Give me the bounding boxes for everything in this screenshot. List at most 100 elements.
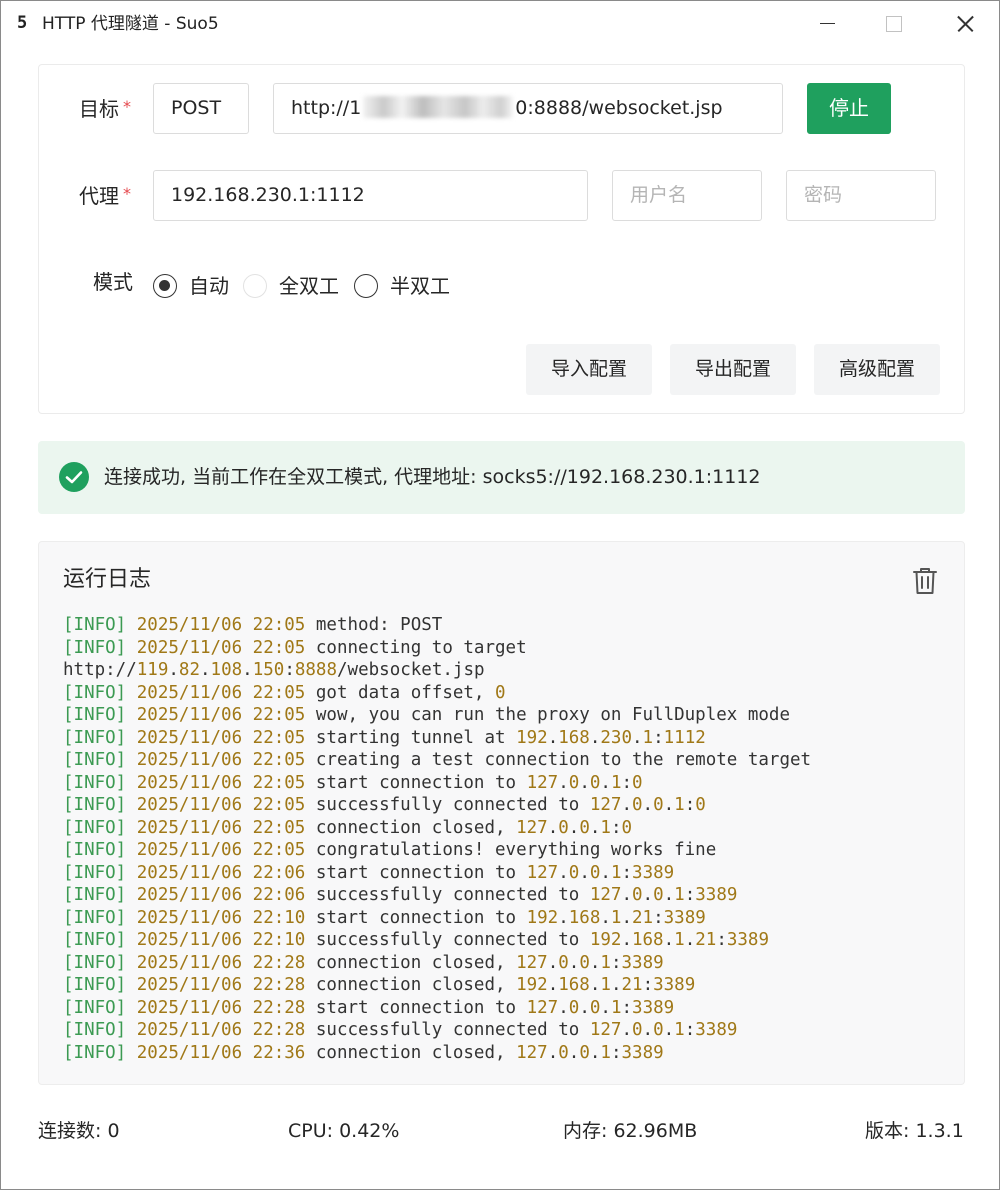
log-message: start connection to 127.0.0.1:3389 (315, 997, 675, 1018)
import-config-button[interactable]: 导入配置 (526, 344, 652, 395)
log-level: [INFO] (63, 727, 127, 748)
log-message: start connection to 192.168.1.21:3389 (315, 907, 706, 928)
log-line: [INFO] 2025/11/06 22:36 connection close… (63, 1042, 943, 1065)
minimize-button[interactable] (805, 1, 851, 47)
log-message: connection closed, 127.0.0.1:0 (315, 817, 633, 838)
log-level: [INFO] (63, 862, 127, 883)
log-timestamp: 2025/11/06 22:10 (136, 907, 306, 928)
target-label: 目标 * (79, 97, 131, 121)
log-timestamp: 2025/11/06 22:28 (136, 975, 306, 995)
log-message: congratulations! everything works fine (315, 840, 717, 860)
status-bar: 连接数: 0 CPU: 0.42% 内存: 62.96MB 版本: 1.3.1 (1, 1117, 999, 1147)
method-select[interactable]: POST (153, 83, 249, 134)
log-message: starting tunnel at 192.168.230.1:1112 (315, 727, 706, 748)
log-timestamp: 2025/11/06 22:28 (136, 1020, 306, 1040)
app-version: 版本: 1.3.1 (865, 1120, 964, 1142)
log-level: [INFO] (63, 705, 127, 725)
log-message: start connection to 127.0.0.1:3389 (315, 862, 675, 883)
log-timestamp: 2025/11/06 22:05 (136, 817, 306, 838)
log-message: wow, you can run the proxy on FullDuplex… (315, 705, 791, 725)
log-message: connecting to target (315, 637, 527, 658)
log-level: [INFO] (63, 795, 127, 815)
log-line: [INFO] 2025/11/06 22:05 start connection… (63, 772, 943, 795)
log-line: [INFO] 2025/11/06 22:10 start connection… (63, 907, 943, 930)
export-config-button[interactable]: 导出配置 (670, 344, 796, 395)
log-title: 运行日志 (63, 567, 152, 592)
redacted-host (363, 96, 514, 118)
log-timestamp: 2025/11/06 22:05 (136, 795, 306, 815)
proxy-label: 代理 * (79, 184, 131, 208)
check-circle-icon (59, 462, 89, 492)
log-level: [INFO] (63, 615, 127, 635)
radio-checked-icon (153, 274, 177, 298)
suo5-logo-icon: 5 (17, 13, 28, 33)
log-line: [INFO] 2025/11/06 22:05 starting tunnel … (63, 727, 943, 750)
log-line: [INFO] 2025/11/06 22:05 congratulations!… (63, 839, 943, 862)
log-level: [INFO] (63, 682, 127, 703)
log-timestamp: 2025/11/06 22:05 (136, 637, 306, 658)
log-line: [INFO] 2025/11/06 22:05 method: POST (63, 614, 943, 637)
memory-usage: 内存: 62.96MB (563, 1120, 698, 1142)
log-level: [INFO] (63, 885, 127, 905)
maximize-button[interactable] (871, 1, 917, 47)
advanced-config-button[interactable]: 高级配置 (814, 344, 940, 395)
log-message: method: POST (315, 615, 443, 635)
log-level: [INFO] (63, 975, 127, 995)
log-timestamp: 2025/11/06 22:28 (136, 997, 306, 1018)
log-message: successfully connected to 127.0.0.1:3389 (315, 1020, 738, 1040)
connection-status-alert: 连接成功, 当前工作在全双工模式, 代理地址: socks5://192.168… (38, 441, 965, 514)
cpu-usage: CPU: 0.42% (288, 1120, 400, 1142)
log-timestamp: 2025/11/06 22:05 (136, 772, 306, 793)
log-level: [INFO] (63, 997, 127, 1018)
password-input[interactable]: 密码 (786, 170, 936, 221)
log-message: creating a test connection to the remote… (315, 750, 812, 770)
log-line: [INFO] 2025/11/06 22:05 got data offset,… (63, 682, 943, 705)
log-message: successfully connected to 127.0.0.1:3389 (315, 885, 738, 905)
log-line: [INFO] 2025/11/06 22:28 successfully con… (63, 1019, 943, 1042)
log-level: [INFO] (63, 817, 127, 838)
log-line: [INFO] 2025/11/06 22:05 creating a test … (63, 749, 943, 772)
log-line: [INFO] 2025/11/06 22:10 successfully con… (63, 929, 943, 952)
log-timestamp: 2025/11/06 22:05 (136, 682, 306, 703)
log-line: [INFO] 2025/11/06 22:05 successfully con… (63, 794, 943, 817)
title-bar[interactable]: 5 HTTP 代理隧道 - Suo5 (1, 1, 999, 47)
log-message: got data offset, 0 (315, 682, 506, 703)
log-timestamp: 2025/11/06 22:28 (136, 952, 306, 973)
log-timestamp: 2025/11/06 22:06 (136, 862, 306, 883)
log-timestamp: 2025/11/06 22:05 (136, 705, 306, 725)
log-timestamp: 2025/11/06 22:05 (136, 727, 306, 748)
log-level: [INFO] (63, 930, 127, 950)
log-level: [INFO] (63, 907, 127, 928)
log-message: successfully connected to 127.0.0.1:0 (315, 795, 706, 815)
log-timestamp: 2025/11/06 22:36 (136, 1042, 306, 1063)
log-level: [INFO] (63, 1020, 127, 1040)
target-url-input[interactable]: http://1 0:8888/websocket.jsp (273, 83, 783, 134)
log-line: http://119.82.108.150:8888/websocket.jsp (63, 659, 943, 682)
log-line: [INFO] 2025/11/06 22:05 connection close… (63, 817, 943, 840)
log-line: [INFO] 2025/11/06 22:28 start connection… (63, 997, 943, 1020)
stop-button[interactable]: 停止 (807, 83, 891, 134)
log-level: [INFO] (63, 772, 127, 793)
close-button[interactable] (941, 1, 987, 47)
username-input[interactable]: 用户名 (612, 170, 762, 221)
app-window: 5 HTTP 代理隧道 - Suo5 目标 * POST http://1 0:88… (0, 0, 1000, 1190)
log-level: [INFO] (63, 637, 127, 658)
log-message: connection closed, 127.0.0.1:3389 (315, 1042, 664, 1063)
log-line: [INFO] 2025/11/06 22:05 connecting to ta… (63, 637, 943, 660)
status-message: 连接成功, 当前工作在全双工模式, 代理地址: socks5://192.168… (104, 466, 761, 488)
log-level: [INFO] (63, 1042, 127, 1063)
log-timestamp: 2025/11/06 22:10 (136, 930, 306, 950)
log-line: [INFO] 2025/11/06 22:28 connection close… (63, 974, 943, 997)
window-title: HTTP 代理隧道 - Suo5 (42, 14, 219, 34)
log-level: [INFO] (63, 750, 127, 770)
radio-disabled-icon (243, 274, 267, 298)
proxy-address-input[interactable]: 192.168.230.1:1112 (153, 170, 588, 221)
log-line: [INFO] 2025/11/06 22:28 connection close… (63, 952, 943, 975)
trash-icon[interactable] (912, 566, 938, 596)
radio-unchecked-icon (354, 274, 378, 298)
log-line: [INFO] 2025/11/06 22:06 start connection… (63, 862, 943, 885)
log-level: [INFO] (63, 840, 127, 860)
log-line: [INFO] 2025/11/06 22:05 wow, you can run… (63, 704, 943, 727)
config-card: 目标 * POST http://1 0:8888/websocket.jsp 停止… (38, 64, 965, 414)
log-timestamp: 2025/11/06 22:05 (136, 615, 306, 635)
